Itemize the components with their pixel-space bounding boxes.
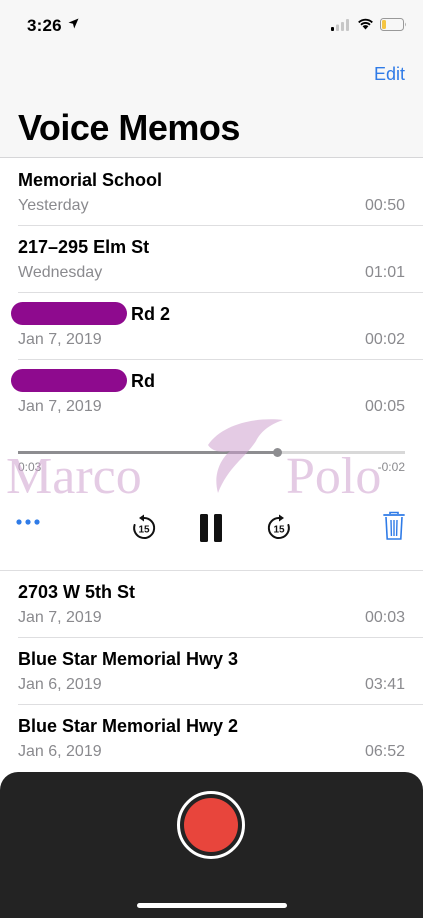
record-icon: [184, 798, 238, 852]
memo-date: Jan 6, 2019: [18, 676, 102, 693]
memo-duration: 03:41: [364, 676, 405, 693]
memo-date: Jan 7, 2019: [18, 609, 102, 626]
memo-duration: 00:50: [364, 197, 405, 214]
skip-back-seconds: 15: [138, 525, 150, 536]
list-item[interactable]: Blue Star Memorial Hwy 3 Jan 6, 2019 03:…: [0, 638, 423, 705]
memo-title: Rd 2: [131, 304, 171, 324]
skip-forward-button[interactable]: 15: [265, 514, 293, 547]
memo-title: Memorial School: [18, 170, 163, 190]
memo-date: Yesterday: [18, 197, 89, 214]
list-item[interactable]: 2703 W 5th St Jan 7, 2019 00:03: [0, 571, 423, 638]
location-arrow-icon: [68, 18, 79, 29]
memo-duration: 00:03: [364, 609, 405, 626]
memo-title: Blue Star Memorial Hwy 3: [18, 649, 239, 669]
watermark-text: Polo: [286, 448, 382, 505]
record-toolbar: [0, 772, 423, 918]
redaction-mark: [11, 302, 127, 325]
skip-back-15-icon: 15: [133, 514, 156, 539]
list-item[interactable]: Rd Jan 7, 2019 00:05: [0, 360, 423, 427]
status-time: 3:26: [27, 16, 62, 35]
home-indicator[interactable]: [137, 903, 287, 908]
memo-title: 217–295 Elm St: [18, 237, 150, 257]
list-item[interactable]: Blue Star Memorial Hwy 2 Jan 6, 2019 06:…: [0, 705, 423, 772]
memo-duration: 01:01: [364, 264, 405, 281]
trash-icon[interactable]: [383, 511, 405, 541]
memo-title: Blue Star Memorial Hwy 2: [18, 716, 239, 736]
scrubber-progress: [18, 451, 278, 454]
pause-icon[interactable]: [199, 514, 223, 542]
elapsed-time: 0:03: [18, 460, 42, 474]
skip-forward-seconds: 15: [273, 525, 285, 536]
cellular-signal-icon: [331, 19, 349, 31]
list-item[interactable]: Rd 2 Jan 7, 2019 00:02: [0, 293, 423, 360]
record-button[interactable]: [177, 791, 245, 859]
scrubber-handle[interactable]: [273, 448, 283, 457]
memo-title: 2703 W 5th St: [18, 582, 136, 602]
watermark: Marco Polo: [0, 419, 423, 515]
more-icon[interactable]: [16, 517, 40, 527]
list-item[interactable]: Memorial School Yesterday 00:50: [0, 159, 423, 226]
status-bar: 3:26: [0, 0, 423, 52]
skip-back-button[interactable]: 15: [130, 514, 158, 547]
wifi-icon: [358, 18, 373, 30]
list-item[interactable]: 217–295 Elm St Wednesday 01:01: [0, 226, 423, 293]
watermark-text: Marco: [6, 448, 142, 505]
battery-icon: [380, 18, 406, 31]
page-title: Voice Memos: [18, 107, 240, 148]
remaining-time: -0:02: [377, 460, 405, 474]
memo-date: Wednesday: [18, 264, 103, 281]
navigation-header: Edit Voice Memos: [0, 52, 423, 158]
memo-duration: 00:02: [364, 331, 405, 348]
redaction-mark: [11, 369, 127, 392]
dolphin-logo-icon: [208, 419, 283, 493]
memo-date: Jan 7, 2019: [18, 398, 102, 415]
memo-duration: 00:05: [364, 398, 405, 415]
skip-forward-15-icon: 15: [267, 514, 290, 539]
memo-duration: 06:52: [364, 743, 405, 760]
memo-date: Jan 7, 2019: [18, 331, 102, 348]
memo-title: Rd: [131, 371, 155, 391]
playback-panel: 0:03 -0:02 Marco Polo 15 15: [0, 419, 423, 571]
playback-scrubber[interactable]: [18, 448, 405, 457]
memo-date: Jan 6, 2019: [18, 743, 102, 760]
edit-button[interactable]: Edit: [374, 64, 405, 85]
